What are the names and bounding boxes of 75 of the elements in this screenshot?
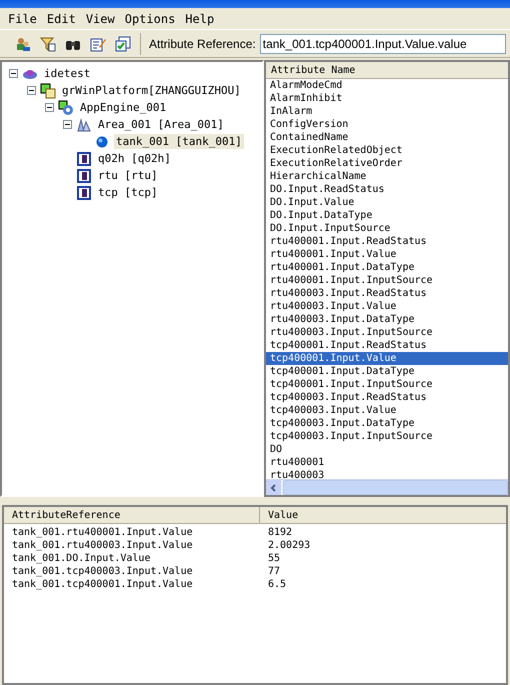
tree-item[interactable]: tank_001 [tank_001]: [114, 134, 244, 149]
menu-item[interactable]: Edit: [42, 10, 80, 28]
column-header[interactable]: AttributeReference: [4, 507, 260, 523]
table-cell-text: tank_001.tcp400001.Input.Value: [11, 578, 194, 591]
attribute-item[interactable]: DO.Input.InputSource: [266, 222, 508, 235]
menu-item[interactable]: View: [82, 10, 119, 28]
tree-item[interactable]: idetest: [42, 66, 92, 81]
attribute-item[interactable]: tcp400001.Input.Value: [266, 352, 508, 365]
table-cell-text: 55: [267, 552, 282, 565]
attribute-item[interactable]: tcp400003.Input.ReadStatus: [266, 391, 508, 404]
attribute-item[interactable]: AlarmModeCmd: [266, 79, 508, 92]
attribute-item[interactable]: rtu400001: [266, 456, 508, 469]
attribute-item[interactable]: tcp400003.Input.DataType: [266, 417, 508, 430]
tree-item[interactable]: grWinPlatform[ZHANGGUIZHOU]: [60, 83, 243, 98]
table-cell-text: tank_001.rtu400001.Input.Value: [11, 526, 194, 539]
attribute-item[interactable]: rtu400003.Input.DataType: [266, 313, 508, 326]
people-icon: [15, 36, 31, 52]
attribute-item[interactable]: rtu400003: [266, 469, 508, 479]
attribute-item[interactable]: rtu400001.Input.InputSource: [266, 274, 508, 287]
collapse-icon[interactable]: [27, 86, 36, 95]
attribute-item[interactable]: tcp400001.Input.InputSource: [266, 378, 508, 391]
collapse-icon[interactable]: [9, 69, 18, 78]
attribute-item[interactable]: rtu400003.Input.Value: [266, 300, 508, 313]
menu-item[interactable]: Help: [181, 10, 218, 28]
attribute-item[interactable]: DO.Input.DataType: [266, 209, 508, 222]
table-cell-text: tank_001.DO.Input.Value: [11, 552, 152, 565]
attribute-item[interactable]: tcp400003.Input.Value: [266, 404, 508, 417]
collapse-icon[interactable]: [63, 120, 72, 129]
area-icon: [76, 116, 92, 132]
attribute-item[interactable]: tcp400001.Input.DataType: [266, 365, 508, 378]
attribute-item[interactable]: ConfigVersion: [266, 118, 508, 131]
device-icon: [76, 150, 92, 166]
filter-icon: [40, 36, 56, 52]
table-cell-text: 77: [267, 565, 282, 578]
engine-icon: [58, 100, 74, 116]
table-cell-text: tank_001.rtu400003.Input.Value: [11, 539, 194, 552]
edit-icon: [90, 36, 106, 52]
attribute-item[interactable]: rtu400001.Input.DataType: [266, 261, 508, 274]
table-cell-text: 8192: [267, 526, 294, 539]
scroll-left-icon[interactable]: [266, 480, 281, 495]
attribute-item[interactable]: HierarchicalName: [266, 170, 508, 183]
attribute-item[interactable]: rtu400003.Input.ReadStatus: [266, 287, 508, 300]
table-cell-text: 2.00293: [267, 539, 312, 552]
column-header[interactable]: Value: [260, 507, 506, 523]
attribute-reference-field[interactable]: tank_001.tcp400001.Input.Value.value: [260, 34, 506, 54]
tree-item[interactable]: tcp [tcp]: [96, 185, 160, 200]
attribute-item[interactable]: rtu400001.Input.ReadStatus: [266, 235, 508, 248]
tree-item[interactable]: Area_001 [Area_001]: [96, 117, 226, 132]
tree-item[interactable]: q02h [q02h]: [96, 151, 173, 166]
attribute-reference-label: Attribute Reference:: [149, 36, 256, 52]
attribute-item[interactable]: tcp400003.Input.InputSource: [266, 430, 508, 443]
attribute-item[interactable]: rtu400001.Input.Value: [266, 248, 508, 261]
table-cell-text: 6.5: [267, 578, 288, 591]
tree-item[interactable]: rtu [rtu]: [96, 168, 160, 183]
attribute-item[interactable]: DO.Input.Value: [266, 196, 508, 209]
attribute-item[interactable]: tcp400001.Input.ReadStatus: [266, 339, 508, 352]
menu-item[interactable]: File: [4, 10, 41, 28]
menu-item[interactable]: Options: [120, 10, 180, 28]
tree-item[interactable]: AppEngine_001: [78, 100, 168, 115]
device-icon: [76, 168, 92, 184]
platform-icon: [40, 82, 56, 98]
table-cell-text: tank_001.tcp400003.Input.Value: [11, 565, 194, 578]
attribute-item[interactable]: InAlarm: [266, 105, 508, 118]
collapse-icon[interactable]: [45, 103, 54, 112]
attribute-item[interactable]: ExecutionRelativeOrder: [266, 157, 508, 170]
column-header[interactable]: Attribute Name: [266, 62, 508, 79]
attribute-item[interactable]: rtu400003.Input.InputSource: [266, 326, 508, 339]
attribute-item[interactable]: AlarmInhibit: [266, 92, 508, 105]
checklist-icon: [115, 36, 131, 52]
device-icon: [76, 184, 92, 200]
sphere-icon: [94, 134, 110, 150]
attribute-item[interactable]: DO.Input.ReadStatus: [266, 183, 508, 196]
attribute-item[interactable]: ExecutionRelatedObject: [266, 144, 508, 157]
attribute-item[interactable]: ContainedName: [266, 131, 508, 144]
attribute-item[interactable]: DO: [266, 443, 508, 456]
